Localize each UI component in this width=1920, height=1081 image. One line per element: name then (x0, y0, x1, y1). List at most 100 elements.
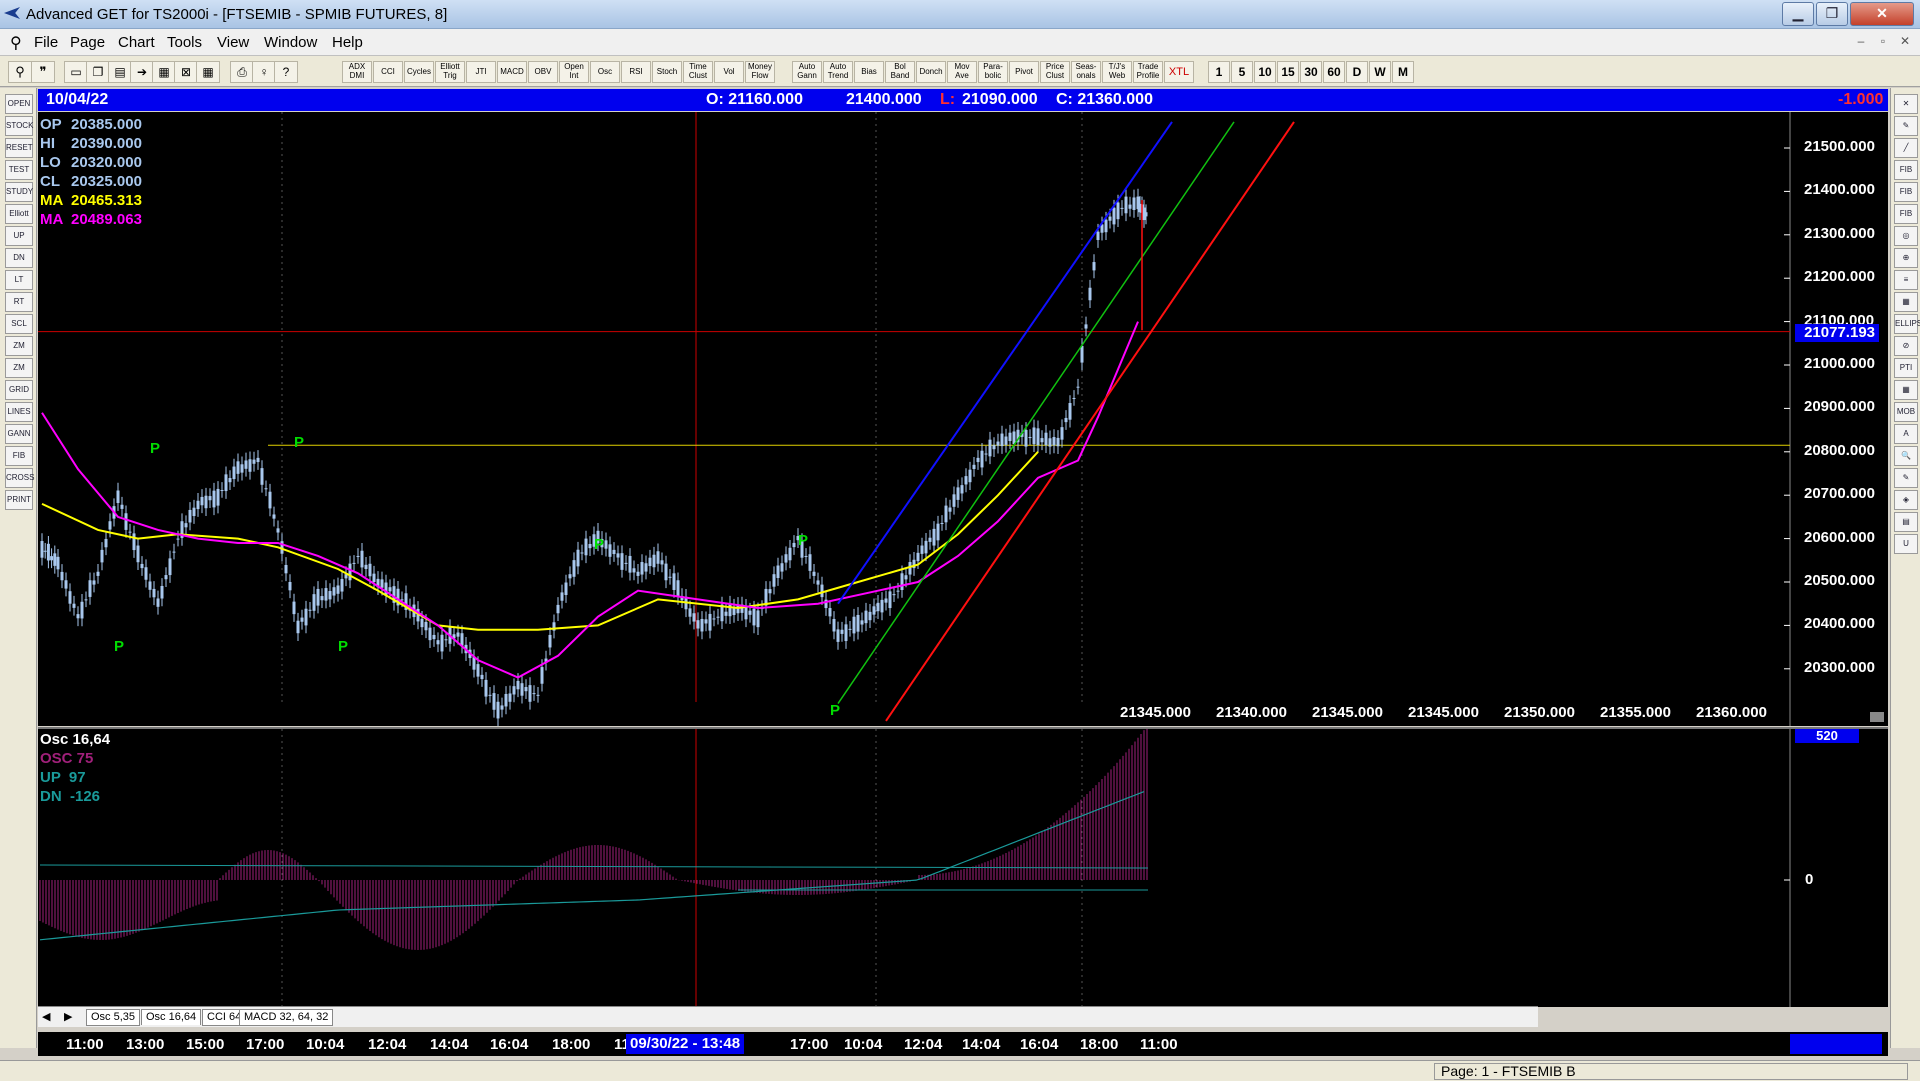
menu-window[interactable]: Window (264, 34, 317, 51)
forward-icon[interactable]: ➔ (130, 61, 154, 83)
tab-osc-5-35[interactable]: Osc 5,35 (86, 1009, 141, 1026)
left-tool-7[interactable]: DN (5, 248, 33, 268)
minimize-button[interactable]: ▁ (1782, 2, 1814, 26)
tab-scroll-right-icon[interactable]: ▶ (64, 1010, 72, 1023)
price-chart-svg[interactable] (38, 112, 1888, 726)
study-money-flow-button[interactable]: Money Flow (745, 61, 775, 83)
left-tool-3[interactable]: TEST (5, 160, 33, 180)
left-tool-16[interactable]: FIB (5, 446, 33, 466)
menu-help[interactable]: Help (332, 34, 363, 51)
period-weekly-button[interactable]: W (1369, 61, 1391, 83)
menu-page[interactable]: Page (70, 34, 105, 51)
study-vol-button[interactable]: Vol (714, 61, 744, 83)
menu-file[interactable]: File (34, 34, 58, 51)
right-tool-15[interactable]: A (1894, 424, 1918, 444)
left-tool-2[interactable]: RESET (5, 138, 33, 158)
study-jti-button[interactable]: JTI (466, 61, 496, 83)
right-tool-0[interactable]: ✕ (1894, 94, 1918, 114)
price-chart-panel[interactable]: OP 20385.000 HI 20390.000 LO 20320.000 C… (38, 112, 1888, 726)
left-tool-13[interactable]: GRID (5, 380, 33, 400)
right-tool-4[interactable]: FIB EXT (1894, 182, 1918, 214)
left-tool-4[interactable]: STUDY (5, 182, 33, 202)
study-parabolic-button[interactable]: Para-bolic (978, 61, 1008, 83)
left-tool-17[interactable]: CROSS (5, 468, 34, 488)
left-tool-9[interactable]: RT (5, 292, 33, 312)
mdi-close-button[interactable]: ✕ (1896, 34, 1914, 50)
right-tool-16[interactable]: 🔍 (1894, 446, 1918, 466)
left-tool-15[interactable]: GANN (5, 424, 33, 444)
close-button[interactable]: ✕ (1850, 2, 1914, 26)
period-5-button[interactable]: 5 (1231, 61, 1253, 83)
left-tool-12[interactable]: ZM (5, 358, 33, 378)
study-pivot-button[interactable]: Pivot (1009, 61, 1039, 83)
left-tool-10[interactable]: SCL (5, 314, 33, 334)
right-tool-2[interactable]: ╱ (1894, 138, 1918, 158)
left-tool-6[interactable]: UP (5, 226, 33, 246)
help-context-icon[interactable]: ❞ (31, 61, 55, 83)
right-tool-6[interactable]: ◎ (1894, 226, 1918, 246)
study-stoch-button[interactable]: Stoch (652, 61, 682, 83)
tile-icon[interactable]: ▦ (152, 61, 176, 83)
study-bias-button[interactable]: Bias (854, 61, 884, 83)
right-tool-19[interactable]: ▤ (1894, 512, 1918, 532)
menu-tools[interactable]: Tools (167, 34, 202, 51)
study-obv-button[interactable]: OBV (528, 61, 558, 83)
copy-icon[interactable]: ❐ (86, 61, 110, 83)
study-bol-band-button[interactable]: Bol Band (885, 61, 915, 83)
menu-chart[interactable]: Chart (118, 34, 155, 51)
right-tool-3[interactable]: FIB RET (1894, 160, 1918, 192)
tab-osc-16-64[interactable]: Osc 16,64 (141, 1009, 202, 1025)
study-cci-button[interactable]: CCI (373, 61, 403, 83)
right-tool-11[interactable]: ⊘ (1894, 336, 1918, 356)
right-tool-17[interactable]: ✎ (1894, 468, 1918, 488)
right-tool-13[interactable]: ▦ (1894, 380, 1918, 400)
period-10-button[interactable]: 10 (1254, 61, 1276, 83)
maximize-button[interactable]: ❐ (1816, 2, 1848, 26)
bulb-icon[interactable]: ♀ (252, 61, 276, 83)
study-xtl-button[interactable]: XTL (1164, 61, 1194, 83)
left-tool-0[interactable]: OPEN (5, 94, 33, 114)
study-trade-profile-button[interactable]: Trade Profile (1133, 61, 1163, 83)
right-tool-7[interactable]: ⊕ (1894, 248, 1918, 268)
period-15-button[interactable]: 15 (1277, 61, 1299, 83)
study-mov-ave-button[interactable]: Mov Ave (947, 61, 977, 83)
oscillator-svg[interactable] (38, 729, 1888, 1007)
left-tool-8[interactable]: LT (5, 270, 33, 290)
pin-tool-icon[interactable]: ⚲ (8, 61, 32, 83)
right-tool-8[interactable]: ≡ (1894, 270, 1918, 290)
help-icon[interactable]: ? (274, 61, 298, 83)
study-auto-gann-button[interactable]: Auto Gann (792, 61, 822, 83)
study-cycles-button[interactable]: Cycles (404, 61, 434, 83)
mdi-maximize-button[interactable]: ▫ (1874, 34, 1892, 50)
left-tool-5[interactable]: Elliott (5, 204, 33, 224)
grid-icon[interactable]: ▦ (196, 61, 220, 83)
study-open-int-button[interactable]: Open Int (559, 61, 589, 83)
study-adx-button[interactable]: ADX DMI (342, 61, 372, 83)
left-tool-14[interactable]: LINES (5, 402, 33, 422)
right-tool-18[interactable]: ◈ (1894, 490, 1918, 510)
menu-view[interactable]: View (217, 34, 249, 51)
open-icon[interactable]: ▤ (108, 61, 132, 83)
study-donch-button[interactable]: Donch (916, 61, 946, 83)
left-tool-1[interactable]: STOCK (5, 116, 33, 136)
cascade-icon[interactable]: ⊠ (174, 61, 198, 83)
left-tool-11[interactable]: ZM (5, 336, 33, 356)
period-1-button[interactable]: 1 (1208, 61, 1230, 83)
study-auto-trend-button[interactable]: Auto Trend (823, 61, 853, 83)
right-tool-10[interactable]: ELLIPS (1894, 314, 1920, 334)
study-seasonals-button[interactable]: Seas-onals (1071, 61, 1101, 83)
study-rsi-button[interactable]: RSI (621, 61, 651, 83)
period-monthly-button[interactable]: M (1392, 61, 1414, 83)
right-tool-5[interactable]: FIB TIME (1894, 204, 1918, 236)
tab-macd[interactable]: MACD 32, 64, 32 (239, 1009, 334, 1026)
study-macd-button[interactable]: MACD (497, 61, 527, 83)
right-tool-12[interactable]: PTI (1894, 358, 1918, 378)
mdi-minimize-button[interactable]: – (1852, 34, 1870, 50)
new-icon[interactable]: ▭ (64, 61, 88, 83)
right-tool-1[interactable]: ✎ (1894, 116, 1918, 136)
right-tool-14[interactable]: MOB (1894, 402, 1918, 422)
period-daily-button[interactable]: D (1346, 61, 1368, 83)
right-tool-9[interactable]: ▦ (1894, 292, 1918, 312)
period-30-button[interactable]: 30 (1300, 61, 1322, 83)
study-osc-button[interactable]: Osc (590, 61, 620, 83)
